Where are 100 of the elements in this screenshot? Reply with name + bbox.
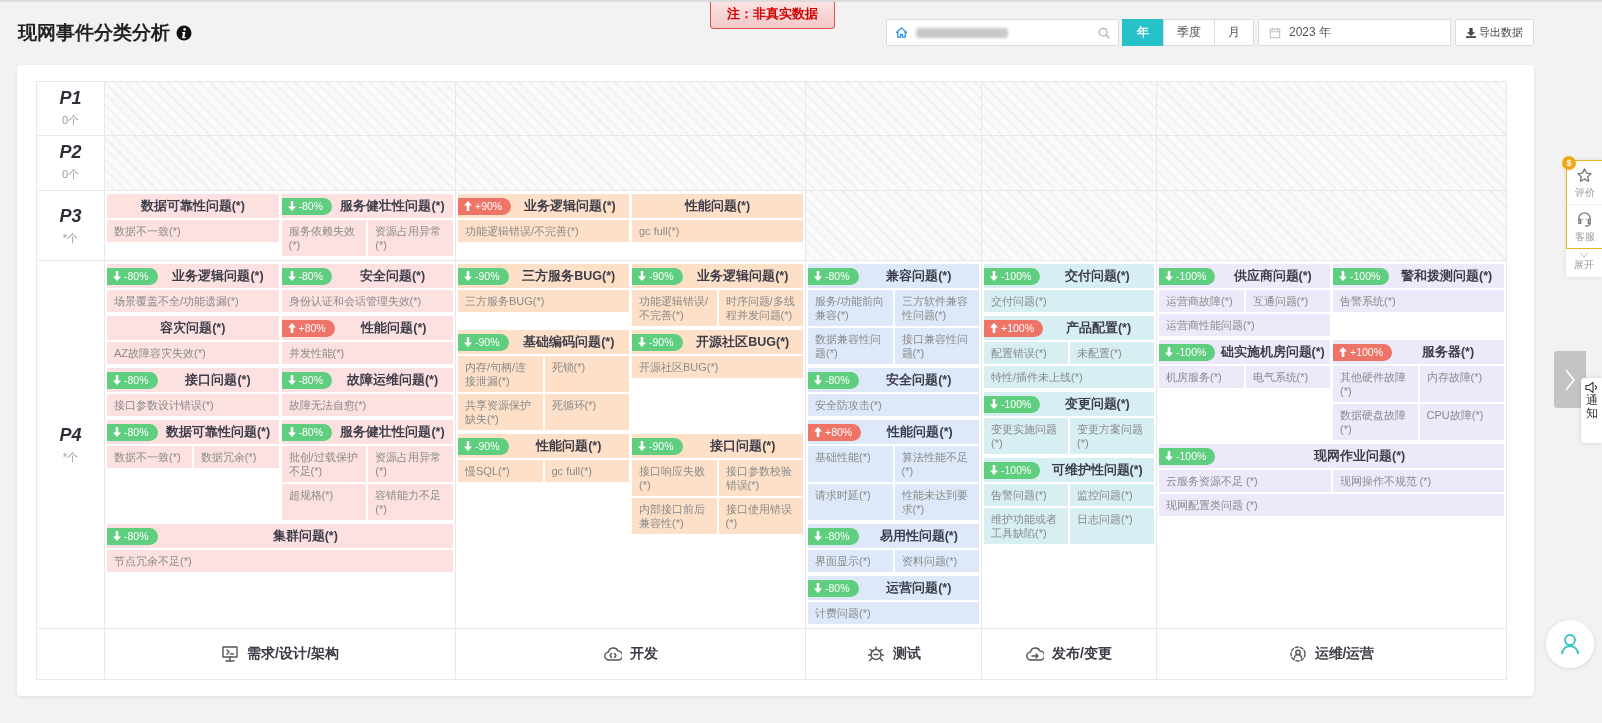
subcategory-cell: 运营商性能问题(*) xyxy=(1159,314,1330,336)
card-title: 服务器(*) xyxy=(1420,343,1476,361)
card-title: 性能问题(*) xyxy=(534,437,603,455)
subcategory-cell: 云服务资源不足 (*) xyxy=(1159,470,1331,492)
person-icon xyxy=(1560,633,1580,655)
priority-count: 0个 xyxy=(61,113,80,128)
arrow-up-icon xyxy=(1339,347,1347,357)
subcategory-cell: 服务/功能前向兼容(*) xyxy=(808,290,893,326)
subcategory-cell: 接口参数设计错误(*) xyxy=(107,394,279,416)
subcategory-cell: 共享资源保护缺失(*) xyxy=(458,394,543,430)
priority-label: P3 xyxy=(59,205,82,227)
subcategory-cell: 内存故障(*) xyxy=(1419,366,1504,402)
subcategory-cell: 计费问题(*) xyxy=(808,602,979,624)
change-text: +100% xyxy=(1350,346,1383,358)
card-title: 产品配置(*) xyxy=(1064,319,1133,337)
cloud-arrow-icon xyxy=(1026,645,1045,663)
card-title: 性能问题(*) xyxy=(359,319,428,337)
arrow-down-icon xyxy=(814,583,822,593)
arrow-down-icon xyxy=(1165,451,1173,461)
card-title: 安全问题(*) xyxy=(358,267,427,285)
change-text: -80% xyxy=(124,270,149,282)
arrow-down-icon xyxy=(464,271,472,281)
card-title: 容灾问题(*) xyxy=(159,319,227,337)
export-button[interactable]: 导出数据 xyxy=(1455,19,1534,46)
change-text: -80% xyxy=(825,270,850,282)
arrow-down-icon xyxy=(1165,347,1173,357)
arrow-down-icon xyxy=(814,531,822,541)
subcategory-cell: 接口兼容性问题(*) xyxy=(894,328,979,364)
cloud-code-icon xyxy=(603,645,622,663)
subcategory-cell: 数据硬盘故障(*) xyxy=(1333,404,1418,440)
period-tab[interactable]: 月 xyxy=(1214,19,1254,46)
card-title: 服务健壮性问题(*) xyxy=(339,423,446,441)
subcategory-cell: 节点冗余不足(*) xyxy=(107,550,453,572)
subcategory-cell: 三方软件兼容性问题(*) xyxy=(894,290,979,326)
date-field[interactable]: 2023 年 xyxy=(1258,19,1451,46)
chevron-right-icon xyxy=(1564,367,1576,392)
arrow-down-icon xyxy=(287,271,296,281)
subcategory-cell: 监控问题(*) xyxy=(1070,484,1154,506)
subcategory-cell: 数据兼容性问题(*) xyxy=(808,328,893,364)
change-text: -80% xyxy=(124,374,149,386)
subcategory-cell: 接口使用错误(*) xyxy=(718,498,803,534)
card-title: 接口问题(*) xyxy=(184,371,252,389)
subcategory-cell: 接口响应失败(*) xyxy=(632,460,717,496)
change-text: -80% xyxy=(825,582,850,594)
change-text: -80% xyxy=(124,530,149,542)
arrow-down-icon xyxy=(990,399,998,409)
search-field[interactable] xyxy=(886,19,1119,46)
star-icon xyxy=(1576,167,1593,184)
arrow-down-icon xyxy=(287,201,296,211)
subcategory-cell: 配置错误(*) xyxy=(984,342,1068,364)
next-button[interactable] xyxy=(1554,351,1586,408)
card-title: 三方服务BUG(*) xyxy=(521,267,617,285)
subcategory-cell: 场景覆盖不全/功能遗漏(*) xyxy=(107,290,279,312)
arrow-down-icon xyxy=(814,375,822,385)
arrow-down-icon xyxy=(1165,271,1173,281)
priority-label: P2 xyxy=(59,142,82,163)
stage-label: 开发 xyxy=(629,645,658,663)
subcategory-cell: 容错能力不足(*) xyxy=(368,484,453,520)
subcategory-cell: 日志问题(*) xyxy=(1070,508,1154,544)
subcategory-cell: 数据冗余(*) xyxy=(193,446,279,468)
subcategory-cell: 基础性能(*) xyxy=(808,446,893,482)
arrow-down-icon xyxy=(113,375,121,385)
change-text: -90% xyxy=(475,336,500,348)
notice-tab[interactable]: 通知 xyxy=(1581,378,1602,443)
change-text: +80% xyxy=(298,322,326,334)
calendar-icon xyxy=(1269,26,1281,39)
subcategory-cell: gc full(*) xyxy=(632,220,803,242)
headset-icon xyxy=(1576,211,1593,228)
subcategory-cell: 死锁(*) xyxy=(544,356,629,392)
subcategory-cell: 资源占用异常(*) xyxy=(368,220,453,256)
card-title: 业务逻辑问题(*) xyxy=(696,267,790,285)
monitor-icon xyxy=(221,645,240,663)
change-text: -90% xyxy=(649,270,674,282)
arrow-up-icon xyxy=(287,323,296,333)
subcategory-cell: 运营商故障(*) xyxy=(1159,290,1244,312)
card-title: 故障运维问题(*) xyxy=(345,371,440,389)
card-title: 集群问题(*) xyxy=(271,527,339,545)
subcategory-cell: 故障无法自愈(*) xyxy=(281,394,453,416)
arrow-down-icon xyxy=(638,337,646,347)
user-button[interactable] xyxy=(1546,620,1594,668)
subcategory-cell: 服务依赖失效(*) xyxy=(281,220,367,256)
period-tab[interactable]: 季度 xyxy=(1163,19,1215,46)
card-title: 数据可靠性问题(*) xyxy=(139,197,246,215)
change-text: -90% xyxy=(475,270,500,282)
arrow-down-icon xyxy=(287,375,296,385)
subcategory-cell: 现网操作不规范 (*) xyxy=(1332,470,1504,492)
change-text: -80% xyxy=(825,530,850,542)
card-title: 可维护性问题(*) xyxy=(1050,461,1144,479)
subcategory-cell: 资料问题(*) xyxy=(894,550,979,572)
subcategory-cell: 内存/句柄/连接泄漏(*) xyxy=(458,356,543,392)
subcategory-cell: 变更实施问题(*) xyxy=(984,418,1068,454)
card-title: 供应商问题(*) xyxy=(1232,267,1313,285)
arrow-up-icon xyxy=(990,323,998,333)
arrow-down-icon xyxy=(113,531,121,541)
arrow-down-icon xyxy=(113,427,121,437)
card-title: 础实施机房问题(*) xyxy=(1219,343,1326,361)
subcategory-cell: 性能未达到要求(*) xyxy=(894,484,979,520)
subcategory-cell: 资源占用异常(*) xyxy=(368,446,453,482)
subcategory-cell: 接口参数校验错误(*) xyxy=(718,460,803,496)
change-text: -100% xyxy=(1176,450,1207,462)
